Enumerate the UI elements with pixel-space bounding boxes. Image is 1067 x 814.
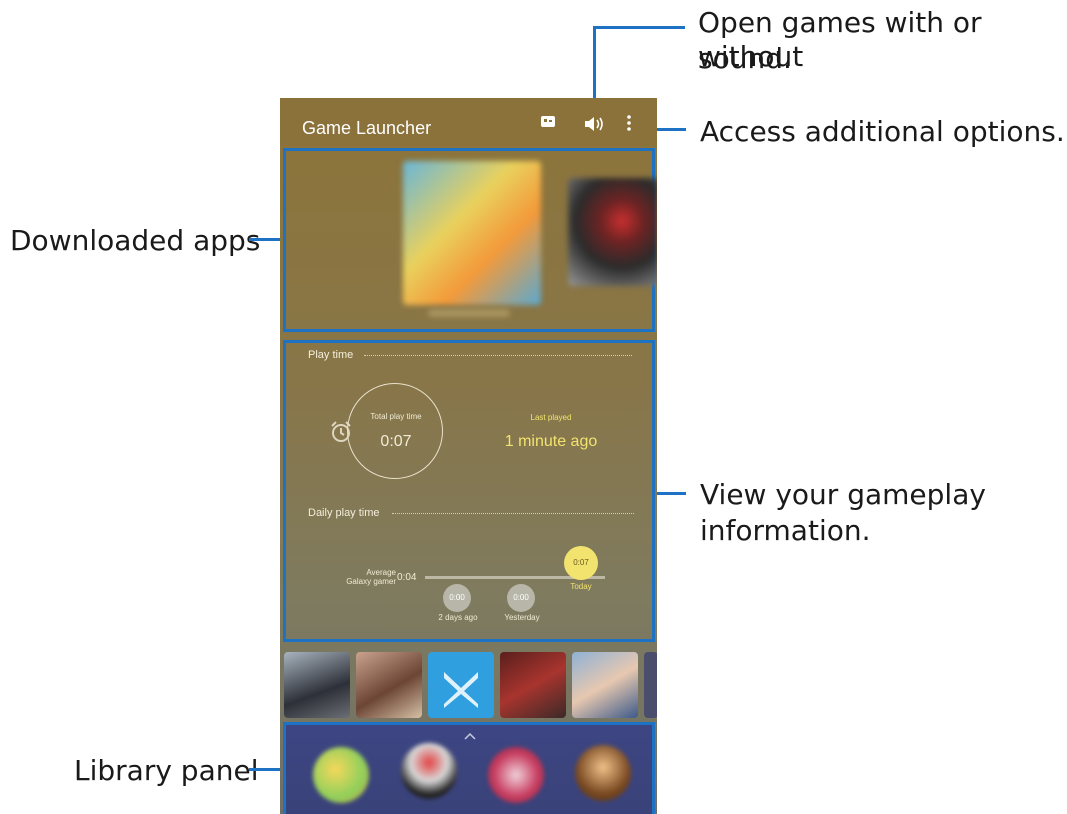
total-play-time-label: Total play time [370, 412, 422, 421]
library-game-icon[interactable] [313, 747, 369, 803]
featured-game-thumbnail[interactable] [284, 652, 350, 718]
day-bubble: 0:00 [507, 584, 535, 612]
play-time-title: Play time [308, 349, 354, 361]
gameplay-callout-line [656, 492, 686, 495]
downloaded-apps-callout: Downloaded apps [10, 224, 261, 257]
more-options-icon[interactable] [627, 115, 631, 135]
game-thumbnail[interactable] [403, 161, 541, 305]
gameplay-callout-line2: information. [700, 514, 871, 547]
featured-game-thumbnail[interactable] [356, 652, 422, 718]
average-label: Average Galaxy gamer [346, 568, 396, 586]
gameplay-callout-line1: View your gameplay [700, 478, 986, 511]
library-game-icon[interactable] [401, 743, 457, 799]
sound-callout-line2: sound. [698, 42, 792, 75]
average-value: 0:04 [397, 572, 417, 583]
featured-game-thumbnail[interactable] [572, 652, 638, 718]
chevron-up-icon[interactable] [464, 727, 476, 745]
day-bubble: 0:00 [443, 584, 471, 612]
options-callout: Access additional options. [700, 115, 1065, 148]
featured-game-thumbnail[interactable] [428, 652, 494, 718]
library-panel [283, 722, 655, 814]
library-callout-line [249, 768, 282, 771]
day-label: 2 days ago [438, 613, 478, 622]
featured-game-thumbnail[interactable] [500, 652, 566, 718]
featured-game-thumbnail[interactable] [644, 652, 657, 718]
app-title: Game Launcher [302, 118, 432, 138]
game-tools-icon[interactable] [541, 116, 555, 133]
game-thumbnail[interactable] [568, 178, 657, 286]
game-title-blurred [428, 309, 510, 317]
library-game-icon[interactable] [488, 747, 544, 803]
today-bubble: 0:07 [564, 546, 598, 580]
gameplay-info-panel: Play time Total play time 0:07 Last play… [283, 340, 655, 642]
game-launcher-screen: Game Launcher Play time Total play time … [280, 98, 657, 814]
total-play-time-value: 0:07 [380, 433, 412, 450]
downloaded-apps-panel [283, 148, 657, 332]
library-panel-callout: Library panel [74, 754, 259, 787]
app-bar: Game Launcher [280, 98, 657, 146]
divider [364, 355, 632, 356]
total-play-time-ring [347, 383, 443, 479]
divider [392, 513, 634, 514]
last-played-label: Last played [530, 413, 572, 422]
today-label: Today [570, 582, 592, 591]
library-game-icon[interactable] [575, 745, 631, 801]
daily-play-time-title: Daily play time [308, 507, 380, 519]
last-played-value: 1 minute ago [504, 433, 598, 450]
downloaded-callout-line [249, 238, 282, 241]
sound-callout-line [593, 26, 685, 29]
speaker-icon[interactable] [585, 116, 605, 136]
day-label: Yesterday [504, 613, 540, 622]
